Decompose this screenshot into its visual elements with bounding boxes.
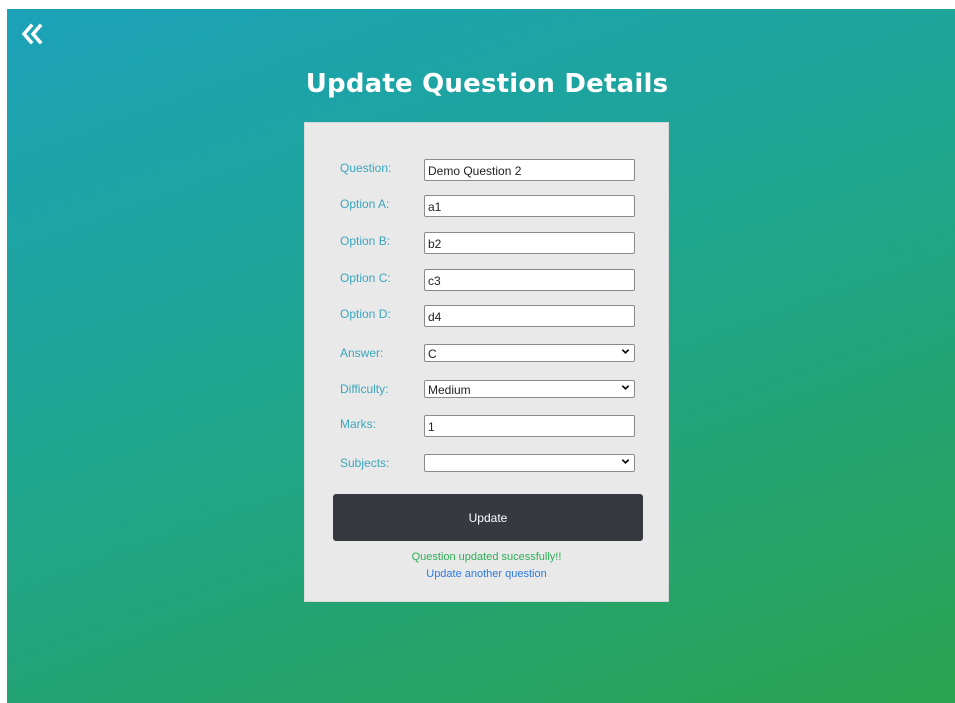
subjects-row: Subjects:	[305, 454, 668, 478]
option-d-label: Option D:	[340, 307, 391, 321]
update-another-question-link[interactable]: Update another question	[305, 568, 668, 580]
update-button[interactable]: Update	[333, 494, 643, 541]
option-c-input[interactable]: c3	[424, 269, 635, 291]
option-a-label: Option A:	[340, 197, 390, 211]
answer-label: Answer:	[340, 346, 384, 360]
difficulty-selected-value: Medium	[428, 383, 471, 397]
difficulty-select[interactable]: Medium	[424, 380, 635, 398]
subjects-label: Subjects:	[340, 456, 390, 470]
chevron-down-icon	[621, 349, 630, 354]
page-title: Update Question Details	[305, 69, 669, 99]
page-background: Update Question Details Question: Demo Q…	[7, 9, 955, 703]
option-b-input[interactable]: b2	[424, 232, 635, 254]
difficulty-row: Difficulty: Medium	[305, 380, 668, 404]
double-chevron-left-icon[interactable]	[19, 21, 45, 47]
subjects-select[interactable]	[424, 454, 635, 472]
question-label: Question:	[340, 161, 392, 175]
success-message: Question updated sucessfully!!	[411, 551, 562, 563]
marks-row: Marks: 1	[305, 415, 668, 439]
answer-row: Answer: C	[305, 344, 668, 368]
chevron-down-icon	[621, 459, 630, 464]
update-question-form: Question: Demo Question 2 Option A: a1 O…	[304, 122, 669, 602]
answer-selected-value: C	[428, 347, 437, 361]
option-a-input[interactable]: a1	[424, 195, 635, 217]
option-c-label: Option C:	[340, 271, 391, 285]
option-d-row: Option D: d4	[305, 305, 668, 329]
question-row: Question: Demo Question 2	[305, 159, 668, 183]
chevron-down-icon	[621, 385, 630, 390]
option-b-label: Option B:	[340, 234, 391, 248]
option-b-row: Option B: b2	[305, 232, 668, 256]
question-input[interactable]: Demo Question 2	[424, 159, 635, 181]
option-d-input[interactable]: d4	[424, 305, 635, 327]
marks-label: Marks:	[340, 417, 376, 431]
option-c-row: Option C: c3	[305, 269, 668, 293]
marks-input[interactable]: 1	[424, 415, 635, 437]
option-a-row: Option A: a1	[305, 195, 668, 219]
difficulty-label: Difficulty:	[340, 382, 389, 396]
answer-select[interactable]: C	[424, 344, 635, 362]
